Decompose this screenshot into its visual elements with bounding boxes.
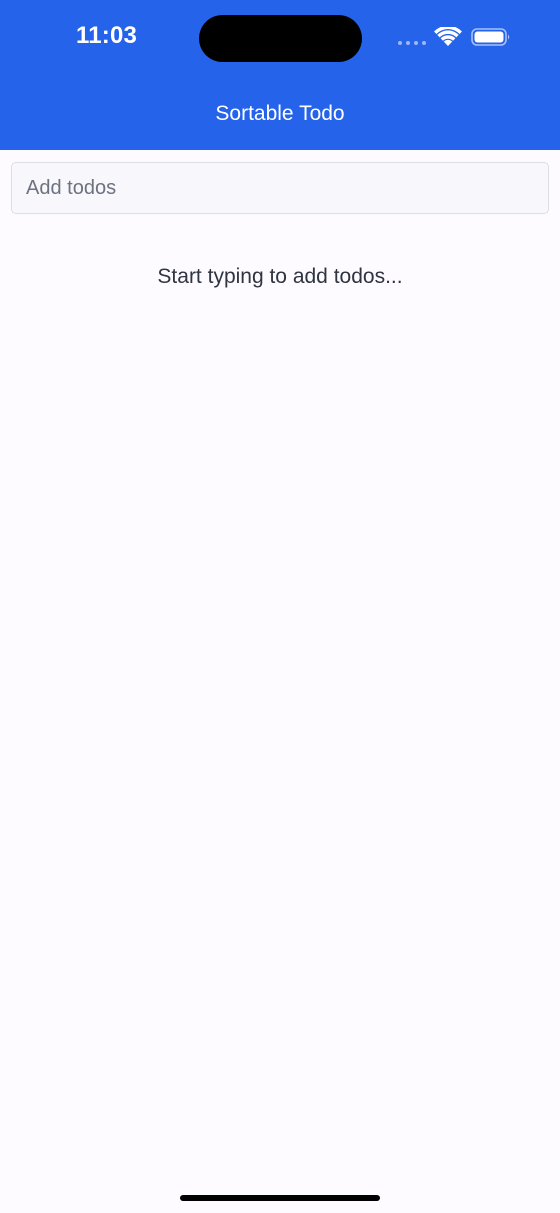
add-todo-field[interactable] [11,162,549,214]
cellular-signal-icon [398,41,426,47]
home-indicator[interactable] [180,1195,380,1201]
status-time: 11:03 [76,22,138,49]
app-header: 11:03 Sortable Todo [0,0,560,150]
status-bar: 11:03 [0,0,560,76]
empty-state-message: Start typing to add todos... [157,265,403,288]
page-title: Sortable Todo [215,102,345,125]
wifi-icon [434,27,462,46]
dynamic-island [199,15,362,62]
add-todo-input[interactable] [12,163,548,213]
battery-icon [471,28,510,46]
